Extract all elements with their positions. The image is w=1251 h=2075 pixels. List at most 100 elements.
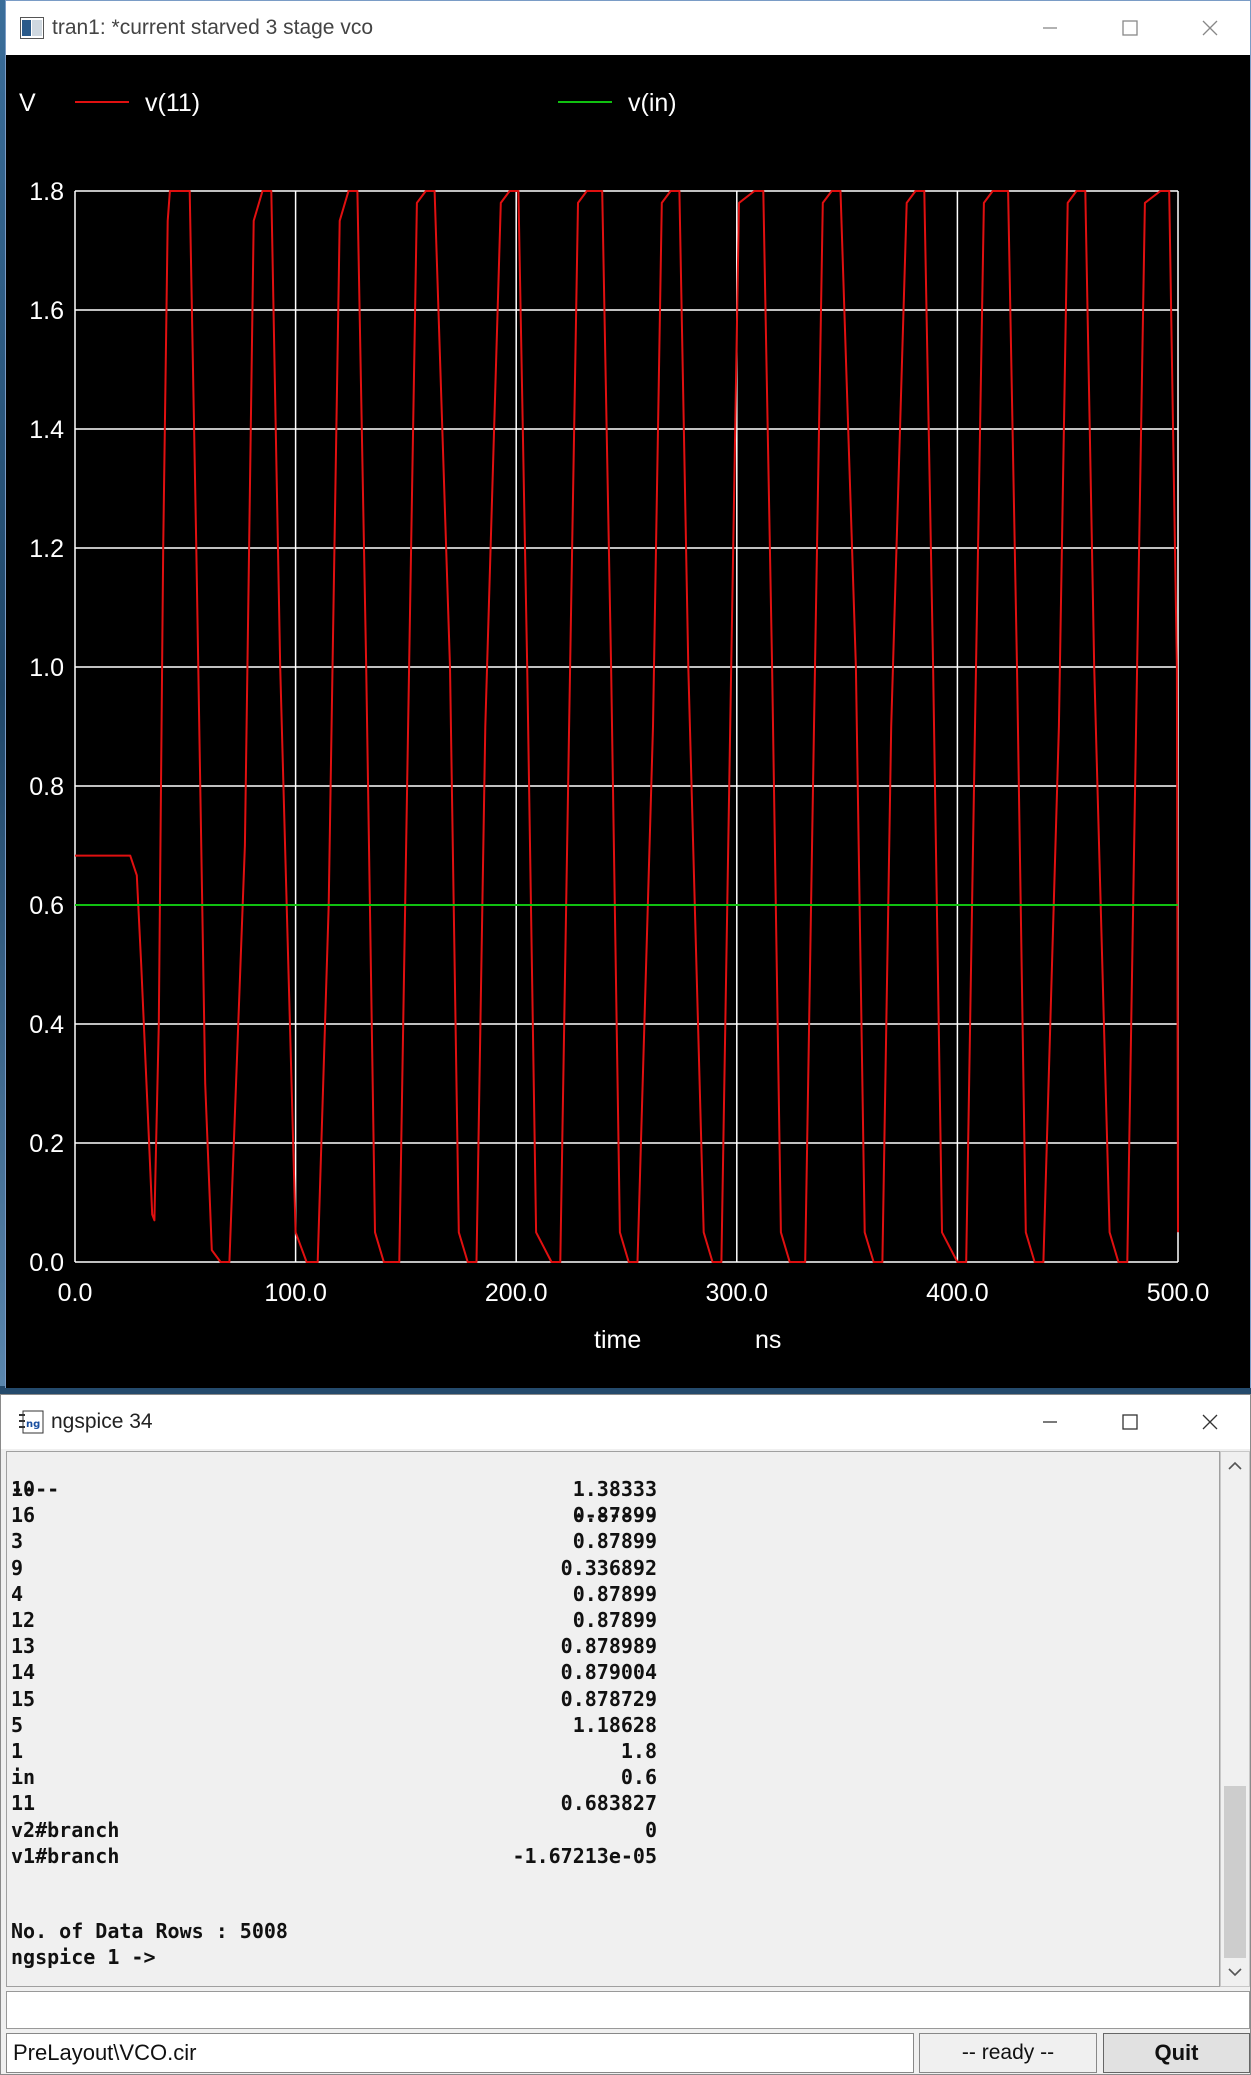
plot-app-icon [20, 17, 44, 39]
list-item: 12 0.87899 [11, 1607, 657, 1633]
node-value: -1.67213e-05 [512, 1843, 658, 1868]
chevron-down-icon [1228, 1968, 1242, 1977]
node-value: 0.87899 [572, 1503, 657, 1528]
node-name: v2#branch [11, 1817, 120, 1842]
node-value: 0.683827 [560, 1791, 657, 1816]
status-indicator: -- ready -- [919, 2033, 1097, 2073]
list-item: 14 0.879004 [11, 1659, 657, 1685]
x-axis-unit: ns [755, 1326, 781, 1354]
node-name: 3 [11, 1529, 24, 1554]
node-name: 15 [11, 1686, 36, 1711]
maximize-button[interactable] [1090, 1, 1170, 55]
node-value: 1.8 [620, 1739, 657, 1763]
scroll-down-button[interactable] [1221, 1958, 1249, 1986]
list-item: in 0.6 [11, 1764, 657, 1790]
command-input[interactable] [6, 1991, 1250, 2029]
y-tick-label: 0.0 [29, 1249, 64, 1277]
maximize-icon [1122, 1414, 1138, 1430]
minimize-button[interactable] [1010, 1, 1090, 55]
y-tick-label: 1.6 [29, 297, 64, 325]
legend-entry: v(11) [145, 89, 200, 117]
status-file-path: PreLayout\VCO.cir [6, 2033, 914, 2073]
node-name: 11 [11, 1791, 36, 1816]
node-value: 0.878729 [560, 1686, 657, 1711]
x-tick-label: 300.0 [706, 1279, 769, 1307]
node-value: 1.18628 [572, 1712, 657, 1737]
console-output[interactable]: ---- ------- 10 1.38333 16 0.87899 3 0.87899 9… [6, 1451, 1220, 1987]
node-value: 0.879004 [560, 1660, 657, 1685]
console-close-button[interactable] [1170, 1395, 1250, 1449]
node-name: in [11, 1765, 36, 1790]
list-item: 13 0.878989 [11, 1633, 657, 1659]
list-item: 15 0.878729 [11, 1686, 657, 1712]
x-tick-label: 100.0 [264, 1279, 327, 1307]
node-name: 14 [11, 1660, 36, 1685]
node-name: 4 [11, 1581, 24, 1606]
list-item: 4 0.87899 [11, 1581, 657, 1607]
node-name: 5 [11, 1712, 24, 1737]
list-item: 5 1.18628 [11, 1712, 657, 1738]
quit-button[interactable]: Quit [1103, 2033, 1250, 2073]
x-tick-label: 0.0 [58, 1279, 93, 1307]
list-item: 11 0.683827 [11, 1790, 657, 1816]
x-tick-label: 200.0 [485, 1279, 548, 1307]
node-name: v1#branch [11, 1843, 120, 1868]
y-tick-label: 0.4 [29, 1011, 64, 1039]
plot-window-title: tran1: *current starved 3 stage vco [52, 16, 373, 39]
console-scrollbar[interactable] [1220, 1451, 1250, 1987]
node-value: 1.38333 [572, 1477, 657, 1501]
node-name: 16 [11, 1503, 36, 1528]
node-value: 0.336892 [560, 1555, 657, 1580]
data-rows-count: No. of Data Rows : 5008 [11, 1919, 288, 1943]
chevron-up-icon [1228, 1461, 1242, 1470]
svg-text:ng: ng [26, 1419, 40, 1430]
maximize-icon [1122, 20, 1138, 36]
list-item: 10 1.38333 [11, 1476, 657, 1502]
node-value: 0.878989 [560, 1634, 657, 1659]
node-value: 0.87899 [572, 1608, 657, 1632]
ngspice-icon: ng [19, 1410, 44, 1434]
node-name: 13 [11, 1634, 36, 1659]
node-value: 0.87899 [572, 1581, 657, 1606]
list-item: 16 0.87899 [11, 1502, 657, 1528]
node-name: 9 [11, 1555, 24, 1580]
y-tick-label: 1.8 [29, 178, 64, 206]
x-axis-label: time [594, 1326, 641, 1354]
x-tick-label: 400.0 [926, 1279, 989, 1307]
waveform-chart: 0.0 0.2 0.4 0.6 0.8 1.0 1.2 1.4 1.6 1.8 0.0 100.0 20… [19, 89, 1209, 1354]
y-tick-label: 1.0 [29, 654, 64, 682]
scrollbar-thumb[interactable] [1224, 1786, 1246, 1958]
y-tick-label: 0.2 [29, 1130, 64, 1158]
legend-entry: v(in) [628, 89, 677, 117]
node-value: 0.87899 [572, 1529, 657, 1554]
console-minimize-button[interactable] [1010, 1395, 1090, 1449]
node-name: 12 [11, 1608, 36, 1632]
legend-unit: V [19, 89, 36, 117]
list-item: 3 0.87899 [11, 1528, 657, 1554]
minimize-icon [1043, 27, 1057, 29]
y-tick-label: 0.8 [29, 773, 64, 801]
node-value: 0 [644, 1817, 657, 1842]
node-name: 1 [11, 1739, 24, 1763]
scroll-up-button[interactable] [1221, 1452, 1249, 1480]
node-name: 10 [11, 1477, 36, 1501]
series-line-0 [75, 190, 1179, 1263]
console-maximize-button[interactable] [1090, 1395, 1170, 1449]
plot-window: tran1: *current starved 3 stage vco 0.0 0… [5, 0, 1251, 1388]
plot-area[interactable]: 0.0 0.2 0.4 0.6 0.8 1.0 1.2 1.4 1.6 1.8 0.0 100.0 20… [6, 55, 1250, 1388]
table-header-divider: ---- ------- [11, 1477, 657, 1527]
console-prompt: ngspice 1 -> [11, 1945, 156, 1969]
list-item: 1 1.8 [11, 1738, 657, 1764]
list-item: v1#branch -1.67213e-05 [11, 1843, 657, 1869]
close-button[interactable] [1170, 1, 1250, 55]
y-tick-label: 1.4 [29, 416, 64, 444]
y-tick-label: 0.6 [29, 892, 64, 920]
y-tick-label: 1.2 [29, 535, 64, 563]
console-titlebar[interactable]: ng ngspice 34 [1, 1395, 1250, 1449]
close-icon [1202, 1414, 1218, 1430]
console-window-title: ngspice 34 [51, 1410, 153, 1433]
list-item: v2#branch 0 [11, 1817, 657, 1843]
node-value: 0.6 [620, 1765, 657, 1790]
plot-titlebar[interactable]: tran1: *current starved 3 stage vco [6, 1, 1250, 55]
list-item: 9 0.336892 [11, 1555, 657, 1581]
